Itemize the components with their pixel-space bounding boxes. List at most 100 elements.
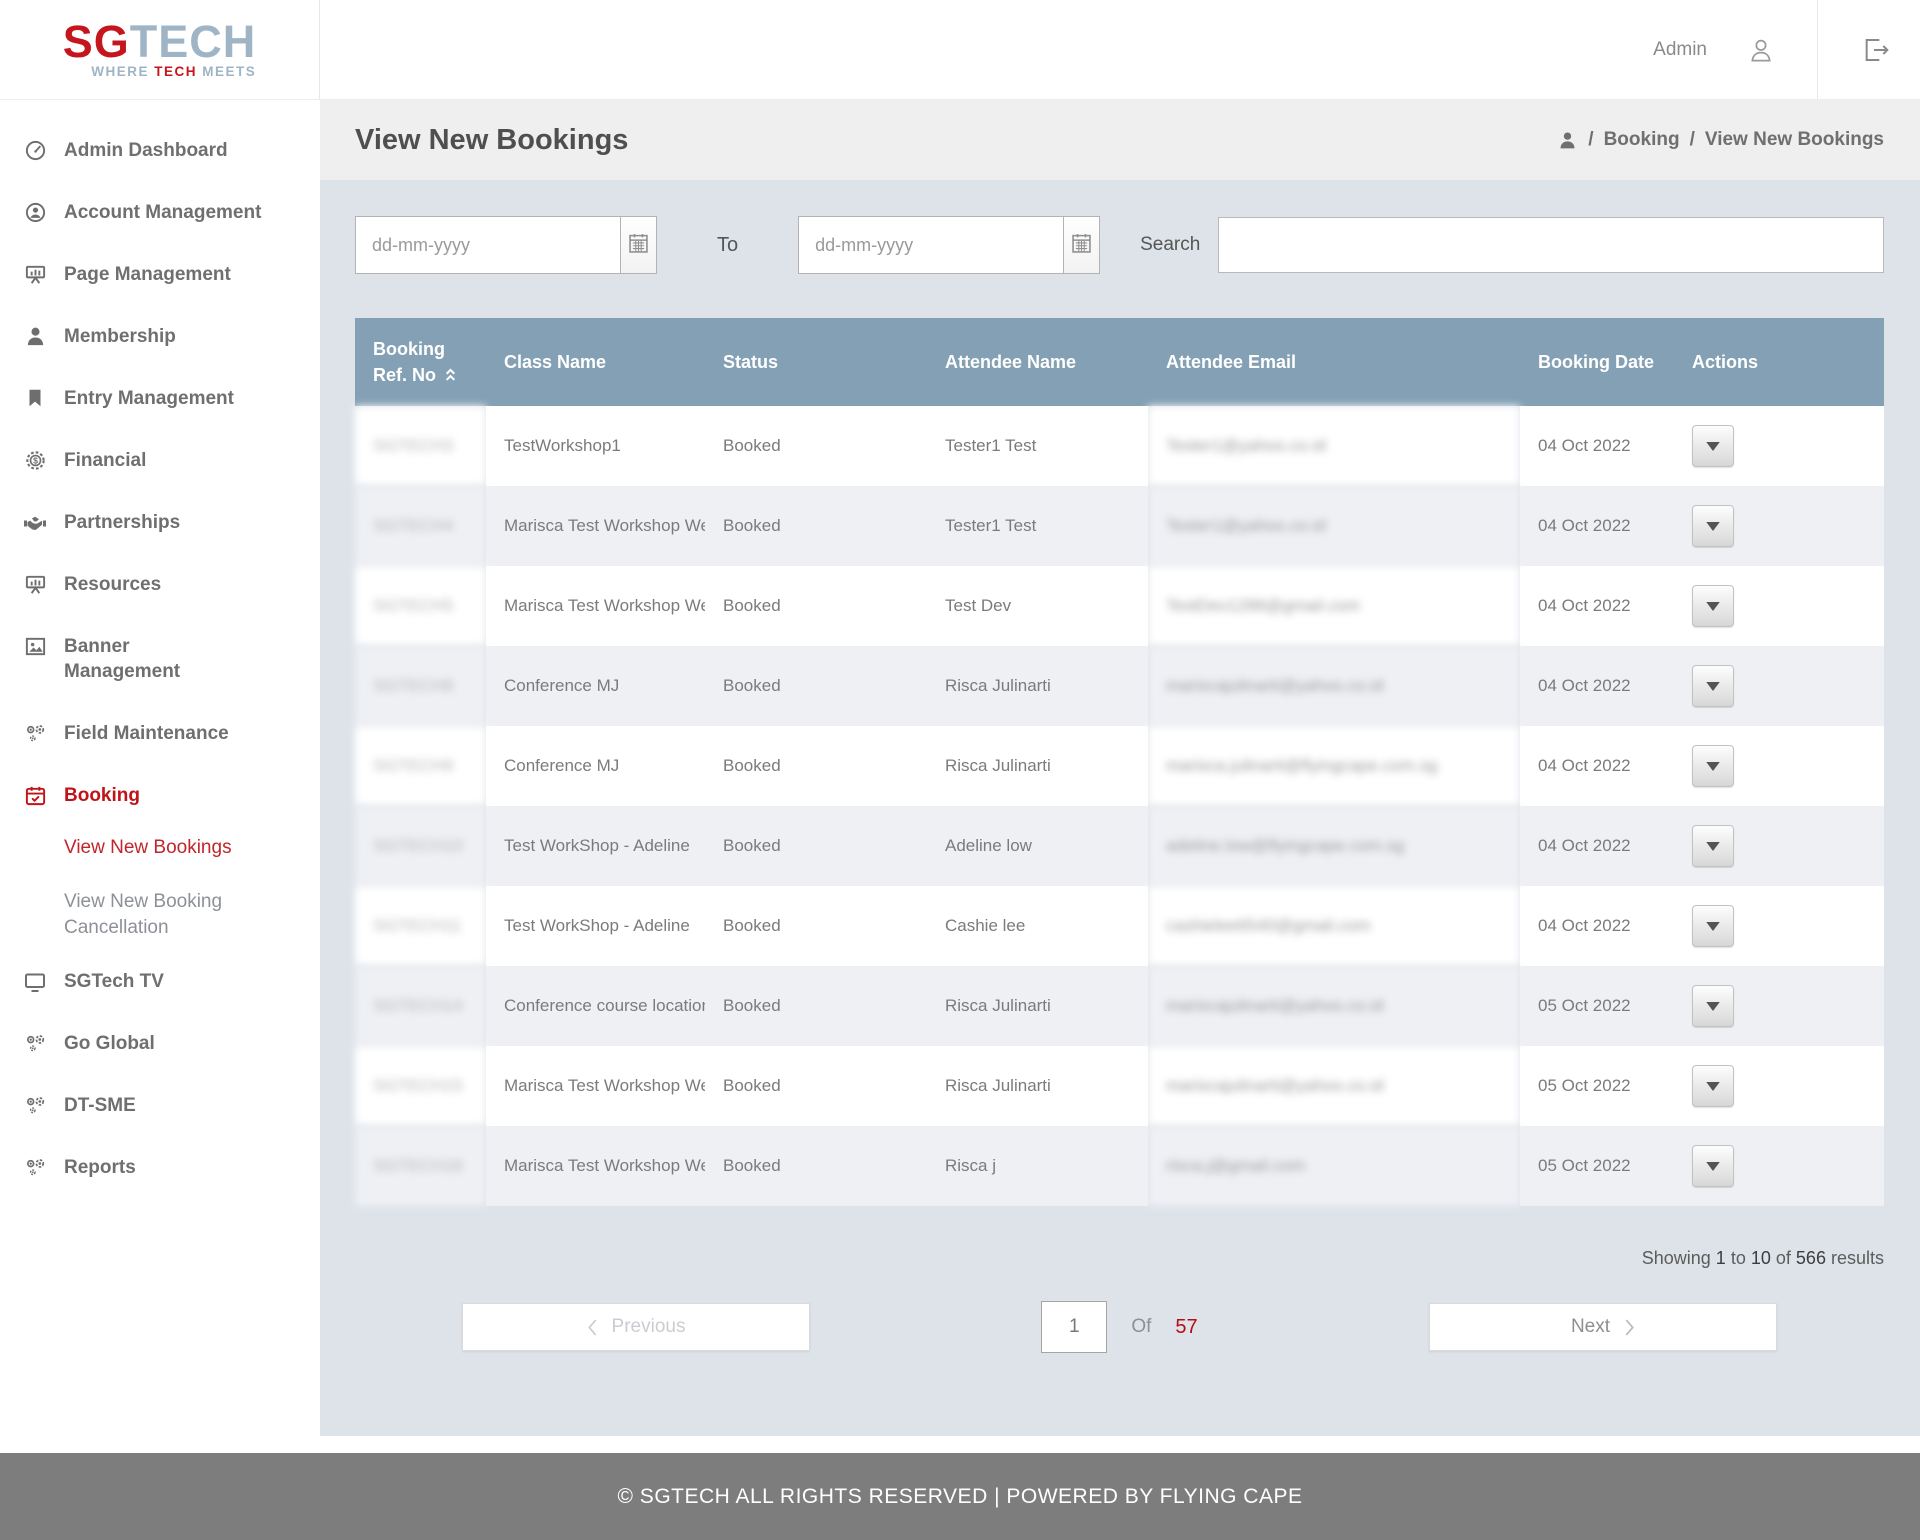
sidebar-item-admin-dashboard[interactable]: Admin Dashboard	[22, 138, 306, 163]
table-row: SGTECH10Test WorkShop - AdelineBookedAde…	[355, 806, 1884, 886]
date-from-input[interactable]	[356, 217, 620, 273]
sidebar-item-view-new-booking-cancellation[interactable]: View New Booking Cancellation	[22, 889, 272, 941]
breadcrumb-booking[interactable]: Booking	[1604, 129, 1680, 151]
results-summary: Showing 1 to 10 of 566 results	[355, 1248, 1884, 1269]
title-bar: View New Bookings / Booking / View New B…	[320, 100, 1920, 180]
presentation-icon	[22, 572, 48, 596]
sidebar-item-resources[interactable]: Resources	[22, 572, 306, 597]
table-row: SGTECH11Test WorkShop - AdelineBookedCas…	[355, 886, 1884, 966]
cluster-icon	[22, 721, 48, 745]
column-header-label: Actions	[1692, 352, 1758, 372]
filter-bar: To Search	[355, 216, 1884, 274]
row-actions-button[interactable]	[1692, 825, 1734, 867]
previous-button[interactable]: Previous	[462, 1303, 810, 1351]
cell-status: Booked	[705, 886, 927, 966]
cell-booking-ref: SGTECH10	[355, 806, 486, 886]
sidebar-item-view-new-bookings[interactable]: View New Bookings	[22, 835, 272, 861]
cell-attendee-email: Tester1@yahoo.co.id	[1148, 406, 1520, 486]
cell-booking-date: 05 Oct 2022	[1520, 1126, 1674, 1206]
cell-booking-date: 05 Oct 2022	[1520, 966, 1674, 1046]
date-from-field	[355, 216, 657, 274]
breadcrumb-user-icon[interactable]	[1557, 130, 1578, 151]
page-number-input[interactable]	[1041, 1301, 1107, 1353]
cell-class-name: Marisca Test Workshop Wed	[486, 1046, 705, 1126]
column-header-booking-ref-no[interactable]: Booking Ref. No	[355, 318, 486, 406]
cell-booking-date: 04 Oct 2022	[1520, 566, 1674, 646]
cell-booking-ref: SGTECH5	[355, 566, 486, 646]
sidebar-item-page-management[interactable]: Page Management	[22, 262, 306, 287]
svg-text:$: $	[33, 456, 38, 466]
row-actions-button[interactable]	[1692, 905, 1734, 947]
sidebar-item-field-maintenance[interactable]: Field Maintenance	[22, 721, 306, 746]
logo-text: SGTECH WHERE TECH MEETS	[63, 20, 257, 79]
user-avatar-icon[interactable]	[1745, 34, 1777, 66]
cell-status: Booked	[705, 566, 927, 646]
caret-down-icon	[1706, 1159, 1720, 1174]
row-actions-button[interactable]	[1692, 585, 1734, 627]
sidebar-item-label: DT-SME	[64, 1093, 306, 1118]
cell-actions	[1674, 646, 1884, 726]
row-actions-button[interactable]	[1692, 985, 1734, 1027]
sidebar-item-account-management[interactable]: Account Management	[22, 200, 306, 225]
dashboard-icon	[22, 138, 48, 162]
cell-attendee-name: Tester1 Test	[927, 406, 1148, 486]
sidebar-item-label: Go Global	[64, 1031, 306, 1056]
sidebar-item-banner-management[interactable]: Banner Management	[22, 634, 306, 684]
row-actions-button[interactable]	[1692, 505, 1734, 547]
cell-attendee-email: mariscajulinarti@yahoo.co.id	[1148, 646, 1520, 726]
caret-down-icon	[1706, 439, 1720, 454]
monitor-icon	[22, 969, 48, 994]
sidebar-item-dt-sme[interactable]: DT-SME	[22, 1093, 306, 1118]
column-header-label: Booking Date	[1538, 352, 1654, 372]
sidebar-item-membership[interactable]: Membership	[22, 324, 306, 349]
cell-attendee-email: Tester1@yahoo.co.id	[1148, 486, 1520, 566]
cell-attendee-name: Risca Julinarti	[927, 726, 1148, 806]
sidebar-submenu: View New Bookings View New Booking Cancel…	[22, 835, 306, 941]
cell-attendee-email: TestDev1288@gmail.com	[1148, 566, 1520, 646]
cell-actions	[1674, 1126, 1884, 1206]
sidebar-item-reports[interactable]: Reports	[22, 1155, 306, 1180]
breadcrumb-current: View New Bookings	[1705, 129, 1884, 151]
row-actions-button[interactable]	[1692, 745, 1734, 787]
sidebar-item-booking[interactable]: Booking	[22, 783, 306, 808]
row-actions-button[interactable]	[1692, 425, 1734, 467]
user-icon	[22, 324, 48, 348]
page-root: SGTECH WHERE TECH MEETS Admin Admin Dash…	[0, 0, 1920, 1540]
caret-down-icon	[1706, 839, 1720, 854]
sidebar-item-label: Account Management	[64, 200, 306, 225]
account-icon	[22, 200, 48, 224]
sidebar-item-sgtech-tv[interactable]: SGTech TV	[22, 969, 306, 994]
cell-booking-date: 04 Oct 2022	[1520, 406, 1674, 486]
sidebar-item-label: Page Management	[64, 262, 306, 287]
cell-booking-ref: SGTECH8	[355, 646, 486, 726]
cell-status: Booked	[705, 486, 927, 566]
logo-tagline: WHERE TECH MEETS	[63, 64, 257, 79]
row-actions-button[interactable]	[1692, 1145, 1734, 1187]
cell-attendee-email: marisca.julinarti@flyingcape.com.sg	[1148, 726, 1520, 806]
logout-icon[interactable]	[1860, 34, 1892, 66]
sidebar-item-entry-management[interactable]: Entry Management	[22, 386, 306, 411]
cell-actions	[1674, 806, 1884, 886]
date-to-input[interactable]	[799, 217, 1063, 273]
cell-booking-date: 04 Oct 2022	[1520, 806, 1674, 886]
sidebar-item-label: Booking	[64, 783, 306, 808]
row-actions-button[interactable]	[1692, 665, 1734, 707]
sidebar-item-go-global[interactable]: Go Global	[22, 1031, 306, 1056]
logo[interactable]: SGTECH WHERE TECH MEETS	[0, 0, 320, 99]
cell-actions	[1674, 486, 1884, 566]
cell-actions	[1674, 1046, 1884, 1126]
cell-status: Booked	[705, 646, 927, 726]
search-input[interactable]	[1218, 217, 1884, 273]
date-to-calendar-button[interactable]	[1063, 217, 1099, 273]
results-from: 1	[1716, 1248, 1726, 1268]
sidebar-item-partnerships[interactable]: Partnerships	[22, 510, 306, 535]
table-row: SGTECH15Marisca Test Workshop WedBookedR…	[355, 1046, 1884, 1126]
breadcrumb-separator: /	[1690, 129, 1695, 151]
sidebar-item-financial[interactable]: $Financial	[22, 448, 306, 473]
sidebar-item-label: Admin Dashboard	[64, 138, 306, 163]
column-header-actions: Actions	[1674, 318, 1884, 406]
row-actions-button[interactable]	[1692, 1065, 1734, 1107]
next-button[interactable]: Next	[1429, 1303, 1777, 1351]
cell-actions	[1674, 406, 1884, 486]
date-from-calendar-button[interactable]	[620, 217, 656, 273]
